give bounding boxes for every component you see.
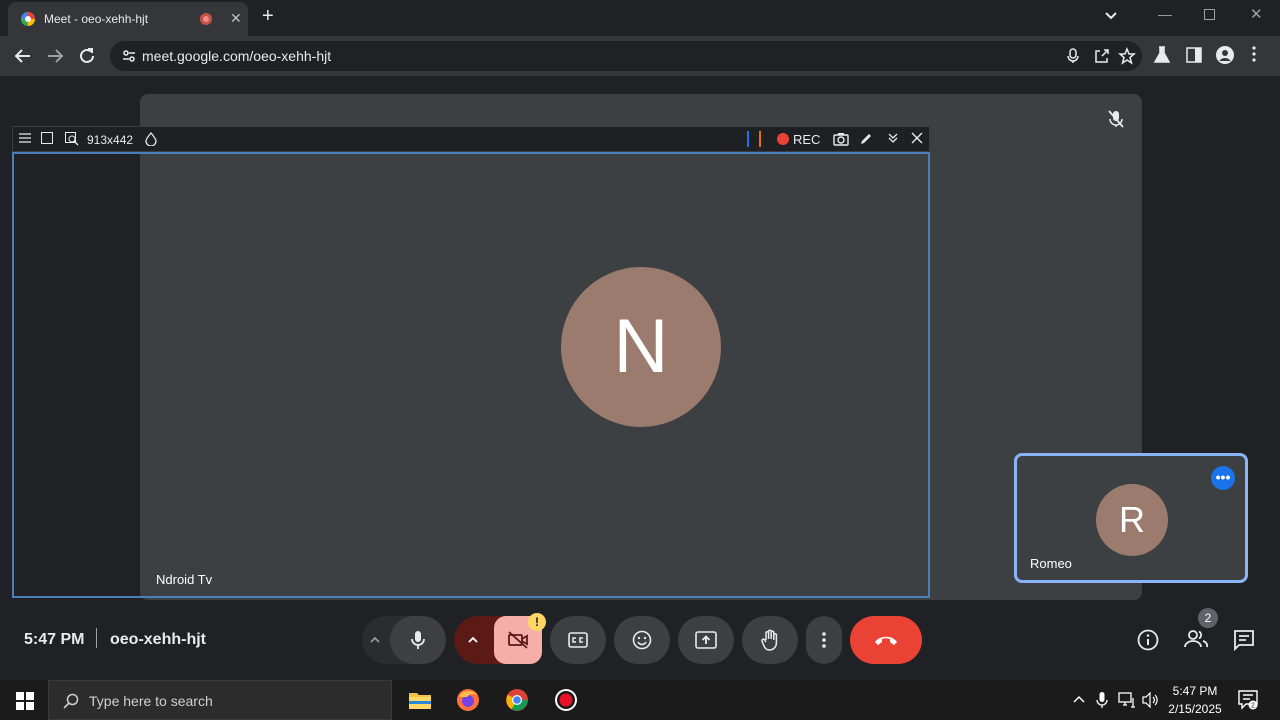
recording-region-frame [12, 152, 930, 598]
voice-search-mic-icon[interactable] [1066, 48, 1080, 64]
closed-captions-icon [568, 632, 588, 648]
site-info-icon[interactable] [122, 49, 136, 63]
meeting-time: 5:47 PM [24, 631, 85, 648]
recorder-capture-size: 913x442 [87, 133, 134, 147]
chat-icon[interactable] [1233, 629, 1255, 651]
audio-control-group [362, 616, 446, 664]
browser-tab-strip: Meet - oeo-xehh-hjt ✕ + — ✕ [0, 0, 1280, 36]
meeting-code: oeo-xehh-hjt [110, 631, 206, 648]
self-avatar: R [1096, 484, 1168, 556]
taskbar-clock-date[interactable]: 2/15/2025 [1166, 702, 1224, 716]
tab-search-chevron-icon[interactable] [1104, 9, 1118, 23]
side-panel-icon[interactable] [1186, 47, 1202, 63]
search-placeholder: Type here to search [89, 693, 213, 709]
camera-snapshot-icon[interactable] [833, 132, 849, 146]
profile-avatar-icon[interactable] [1216, 46, 1234, 64]
share-icon[interactable] [1094, 48, 1110, 64]
raise-hand-button[interactable] [742, 616, 798, 664]
tab-recording-indicator-icon [200, 13, 212, 25]
more-options-button[interactable] [806, 616, 842, 664]
captions-button[interactable] [550, 616, 606, 664]
meet-stage: N Ndroid Tv 913x442 REC ••• R Romeo 5:47… [0, 76, 1280, 680]
browser-tab-meet[interactable]: Meet - oeo-xehh-hjt ✕ [8, 2, 248, 36]
notification-center-icon[interactable]: 2 [1238, 690, 1258, 710]
tray-microphone-icon[interactable] [1096, 691, 1108, 709]
audio-options-chevron-icon[interactable] [368, 630, 382, 650]
microphone-icon [411, 631, 425, 649]
self-view-tile[interactable]: ••• R Romeo [1014, 453, 1248, 583]
tray-volume-icon[interactable] [1142, 692, 1160, 708]
windows-taskbar: Type here to search 5:47 PM 2/15/2025 2 [0, 680, 1280, 720]
people-icon[interactable] [1184, 629, 1208, 649]
file-explorer-icon[interactable] [408, 688, 432, 712]
more-vert-icon [822, 632, 826, 648]
tab-close-icon[interactable]: ✕ [230, 10, 242, 27]
address-bar[interactable]: meet.google.com/oeo-xehh-hjt [110, 41, 1142, 71]
browser-toolbar: meet.google.com/oeo-xehh-hjt [0, 36, 1280, 76]
forward-arrow-icon[interactable] [46, 47, 64, 65]
taskbar-clock-time[interactable]: 5:47 PM [1166, 684, 1224, 698]
windows-start-icon[interactable] [16, 692, 34, 710]
raise-hand-icon [761, 629, 778, 651]
camera-off-icon [508, 631, 528, 649]
screen-recorder-app-icon[interactable] [554, 688, 578, 712]
recorder-close-icon[interactable] [911, 132, 923, 144]
people-count-badge: 2 [1198, 608, 1218, 628]
video-options-chevron-icon[interactable] [466, 630, 480, 650]
hang-up-phone-icon [875, 636, 897, 645]
back-arrow-icon[interactable] [14, 47, 32, 65]
present-screen-icon [695, 631, 717, 649]
pencil-annotate-icon[interactable] [859, 132, 873, 146]
labs-flask-icon[interactable] [1154, 46, 1170, 64]
microphone-button[interactable] [390, 616, 446, 664]
window-close-icon[interactable]: ✕ [1250, 5, 1263, 23]
meeting-info-icon[interactable] [1137, 629, 1159, 651]
record-button-label[interactable]: REC [793, 132, 820, 147]
self-tile-more-options-button[interactable]: ••• [1211, 466, 1235, 490]
recorder-zoom-icon[interactable] [65, 132, 79, 146]
bookmark-star-icon[interactable] [1118, 47, 1136, 65]
emoji-icon [632, 630, 652, 650]
muted-mic-icon [1108, 110, 1124, 128]
camera-warning-badge: ! [528, 613, 546, 631]
meet-favicon-icon [21, 12, 35, 26]
reactions-button[interactable] [614, 616, 670, 664]
divider [96, 628, 97, 648]
new-tab-button[interactable]: + [262, 6, 274, 26]
recorder-color-bar [759, 131, 761, 147]
recorder-menu-icon[interactable] [19, 132, 31, 144]
firefox-icon[interactable] [456, 688, 480, 712]
recorder-droplet-icon[interactable] [145, 132, 157, 146]
tray-network-icon[interactable] [1118, 692, 1136, 708]
chrome-menu-kebab-icon[interactable] [1252, 46, 1256, 62]
tab-title: Meet - oeo-xehh-hjt [44, 12, 149, 26]
search-icon [63, 693, 79, 709]
recorder-color-bar [747, 131, 749, 147]
screen-recorder-toolbar: 913x442 REC [12, 126, 930, 152]
tray-overflow-chevron-icon[interactable] [1072, 693, 1086, 705]
reload-icon[interactable] [78, 47, 96, 65]
chrome-icon[interactable] [505, 688, 529, 712]
collapse-chevrons-icon[interactable] [887, 132, 899, 144]
leave-call-button[interactable] [850, 616, 922, 664]
window-restore-icon[interactable] [1204, 9, 1215, 20]
svg-text:2: 2 [1251, 703, 1255, 710]
self-participant-name: Romeo [1030, 556, 1072, 571]
taskbar-search-box[interactable]: Type here to search [48, 680, 392, 720]
recorder-region-icon[interactable] [41, 132, 53, 144]
present-screen-button[interactable] [678, 616, 734, 664]
record-dot-icon[interactable] [777, 133, 789, 145]
window-minimize-icon[interactable]: — [1158, 6, 1172, 22]
url-text[interactable]: meet.google.com/oeo-xehh-hjt [142, 48, 331, 64]
